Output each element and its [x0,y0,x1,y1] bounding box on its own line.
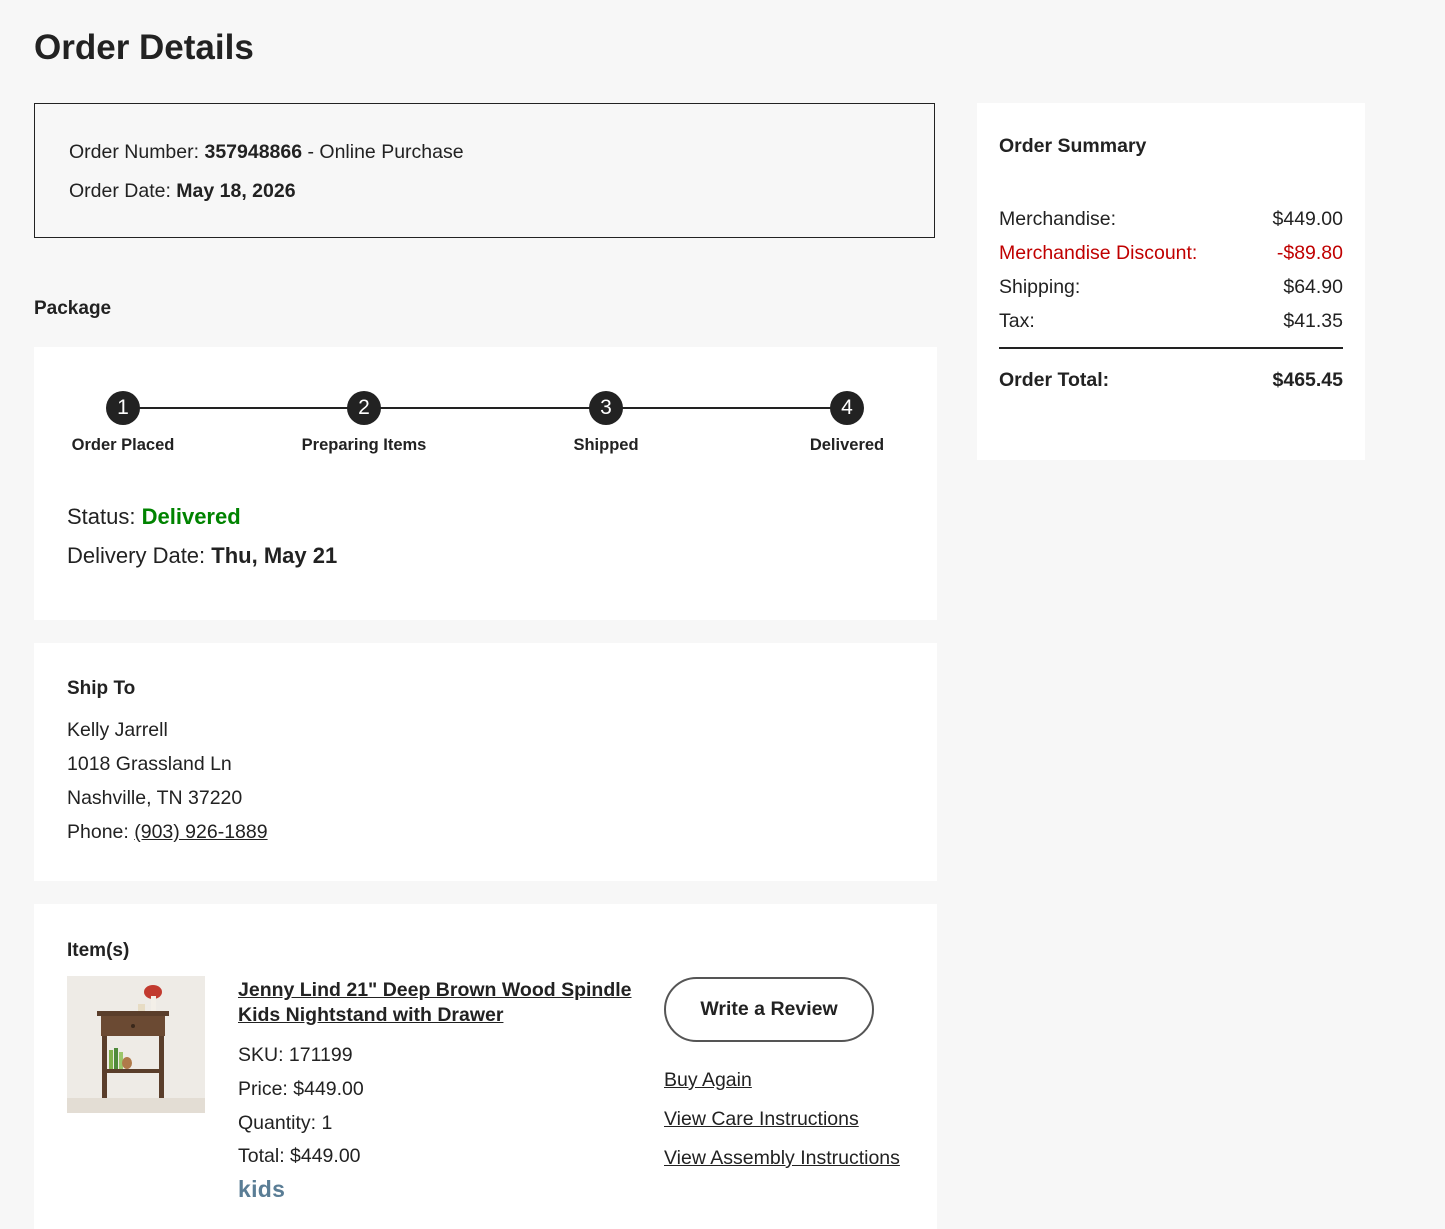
tax-value: $41.35 [1283,310,1343,332]
product-sku: SKU: 171199 [238,1044,353,1066]
product-price: Price: $449.00 [238,1078,364,1100]
step-number: 3 [589,391,623,425]
status-value: Delivered [141,504,241,529]
merchandise-row: Merchandise: $449.00 [999,208,1343,231]
buy-again-link[interactable]: Buy Again [664,1069,752,1092]
step-label: Order Placed [71,436,175,454]
assembly-instructions-link[interactable]: View Assembly Instructions [664,1147,900,1170]
items-title: Item(s) [67,940,130,961]
order-number-label: Order Number: [69,141,200,163]
items-card: Item(s) Jenny Lind 21" Deep Brown Wood S… [34,904,937,1229]
status-label: Status: [67,504,136,529]
order-total-label: Order Total: [999,369,1110,391]
package-section-label: Package [34,298,112,319]
shipping-row: Shipping: $64.90 [999,276,1343,299]
discount-label: Merchandise Discount: [999,242,1198,264]
product-total: Total: $449.00 [238,1145,361,1167]
summary-divider [999,347,1343,349]
care-instructions-link[interactable]: View Care Instructions [664,1108,859,1131]
order-date: May 18, 2026 [176,180,296,202]
order-summary-title: Order Summary [999,135,1147,157]
step-label: Preparing Items [301,436,427,454]
tax-row: Tax: $41.35 [999,310,1343,333]
product-thumbnail[interactable] [67,976,205,1113]
brand-logo: kids [238,1176,286,1202]
ship-to-card: Ship To Kelly Jarrell 1018 Grassland Ln … [34,643,937,881]
order-number: 357948866 [204,141,303,163]
progress-track [122,407,847,409]
order-number-line: Order Number: 357948866 - Online Purchas… [69,141,464,164]
order-summary-panel: Order Summary Merchandise: $449.00 Merch… [977,103,1365,460]
phone-label: Phone: [67,821,129,843]
step-order-placed: 1 Order Placed [23,391,223,455]
status-line: Status: Delivered [67,504,241,530]
step-shipped: 3 Shipped [506,391,706,455]
discount-value: -$89.80 [1276,242,1343,264]
recipient-name: Kelly Jarrell [67,719,168,741]
order-date-label: Order Date: [69,180,171,202]
ship-to-title: Ship To [67,678,136,699]
step-number: 2 [347,391,381,425]
merchandise-value: $449.00 [1272,208,1344,230]
delivery-date-label: Delivery Date: [67,543,206,568]
write-review-button[interactable]: Write a Review [664,977,874,1042]
city-state-zip: Nashville, TN 37220 [67,787,243,809]
order-info-box: Order Number: 357948866 - Online Purchas… [34,103,935,238]
nightstand-image [67,976,205,1113]
step-delivered: 4 Delivered [747,391,947,455]
delivery-date: Thu, May 21 [211,543,338,568]
phone-line: Phone: (903) 926-1889 [67,821,268,844]
step-number: 1 [106,391,140,425]
order-date-line: Order Date: May 18, 2026 [69,180,296,203]
product-quantity: Quantity: 1 [238,1112,333,1134]
step-label: Shipped [573,436,639,454]
page-title: Order Details [34,28,254,67]
step-label: Delivered [809,436,885,454]
order-total-row: Order Total: $465.45 [999,369,1343,392]
step-number: 4 [830,391,864,425]
merchandise-label: Merchandise: [999,208,1117,230]
order-total-value: $465.45 [1272,369,1344,391]
product-name-link[interactable]: Jenny Lind 21" Deep Brown Wood Spindle K… [238,978,638,1028]
phone-link[interactable]: (903) 926-1889 [134,821,267,843]
shipping-label: Shipping: [999,276,1081,298]
street-address: 1018 Grassland Ln [67,753,232,775]
step-preparing-items: 2 Preparing Items [264,391,464,455]
package-card: 1 Order Placed 2 Preparing Items 3 Shipp… [34,347,937,620]
discount-row: Merchandise Discount: -$89.80 [999,242,1343,265]
delivery-date-line: Delivery Date: Thu, May 21 [67,543,337,569]
tax-label: Tax: [999,310,1035,332]
shipping-value: $64.90 [1283,276,1343,298]
purchase-type: - Online Purchase [307,141,464,163]
